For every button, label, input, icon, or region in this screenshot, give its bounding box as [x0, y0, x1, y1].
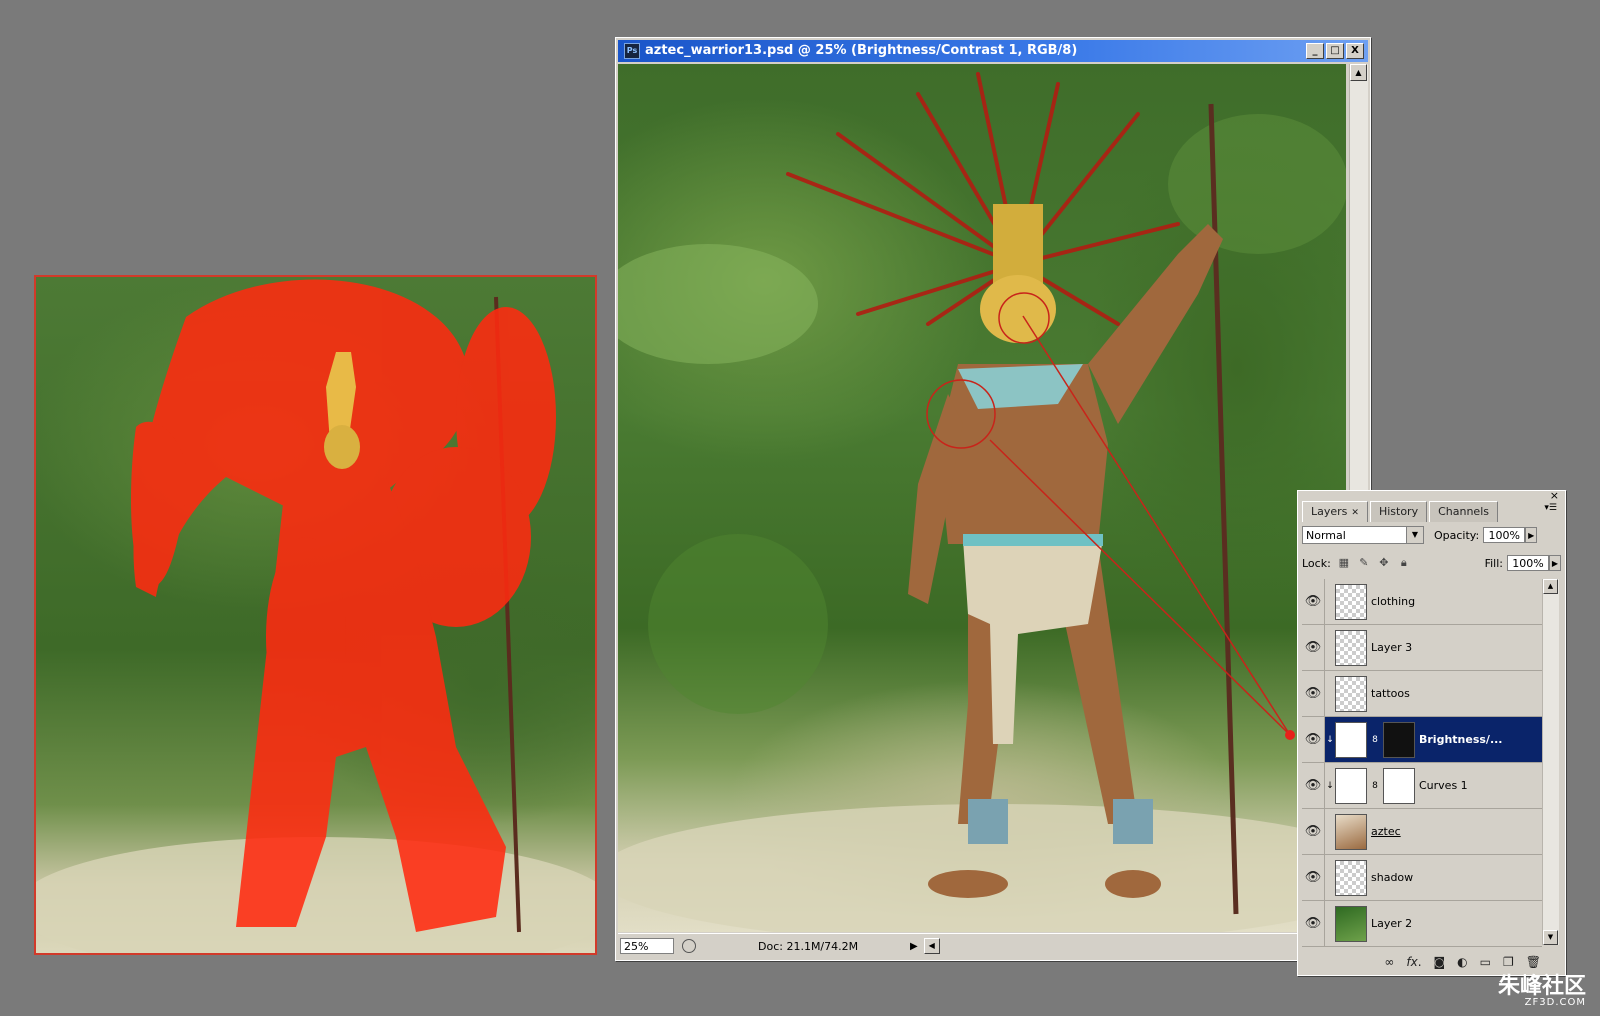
mask-icon[interactable]: ◙ [1434, 955, 1446, 969]
eye-icon[interactable]: 👁︎ [1302, 763, 1325, 808]
layer-thumbnail [1335, 675, 1367, 712]
link-icon[interactable]: ∞ [1384, 955, 1394, 969]
document-statusbar: 25% Doc: 21.1M/74.2M ▶ ◀ [618, 933, 1368, 958]
navigator-icon[interactable] [682, 939, 696, 953]
scroll-up-arrow-icon[interactable]: ▲ [1543, 579, 1558, 594]
lock-row: Lock: ▦ ✎ ✥ 🔒︎ Fill: 100% ▶ [1298, 549, 1565, 577]
lock-pixels-icon[interactable]: ✎ [1357, 556, 1371, 570]
status-menu-arrow-icon[interactable]: ▶ [910, 941, 918, 952]
eye-icon[interactable]: 👁︎ [1302, 717, 1325, 762]
quick-mask-illustration [36, 279, 595, 953]
panel-menu-icon[interactable]: ▾☰ [1544, 503, 1557, 513]
mask-link-icon[interactable]: 8 [1371, 735, 1379, 745]
panel-tabs: Layers ✕ History Channels [1298, 501, 1565, 522]
layers-panel[interactable]: × Layers ✕ History Channels ▾☰ Normal ▼ O… [1297, 489, 1566, 976]
document-window[interactable]: Ps aztec_warrior13.psd @ 25% (Brightness… [615, 37, 1371, 961]
opacity-label: Opacity: [1434, 528, 1480, 542]
layer-row[interactable]: 👁︎ clothing [1302, 579, 1542, 625]
blend-mode-value: Normal [1306, 529, 1346, 542]
layer-name: Brightness/... [1419, 733, 1503, 746]
fx-icon[interactable]: fx. [1406, 955, 1421, 969]
doc-size-readout: Doc: 21.1M/74.2M [758, 939, 859, 953]
eye-icon[interactable]: 👁︎ [1302, 901, 1325, 946]
fill-label: Fill: [1484, 556, 1503, 570]
tab-history[interactable]: History [1369, 501, 1428, 522]
clip-arrow-icon: ↓ [1326, 780, 1334, 791]
trash-icon[interactable]: 🗑︎ [1526, 955, 1541, 969]
blend-row: Normal ▼ Opacity: 100% ▶ [1298, 521, 1565, 549]
layer-thumbnail [1335, 859, 1367, 896]
new-layer-icon[interactable]: ❐ [1503, 955, 1514, 969]
layer-row[interactable]: 👁︎ Layer 3 [1302, 625, 1542, 671]
fill-field[interactable]: 100% [1507, 555, 1549, 571]
adjustment-thumbnail [1335, 721, 1367, 758]
mask-thumbnail [1383, 721, 1415, 758]
watermark-sub: ZF3D.COM [1524, 997, 1586, 1008]
layer-row[interactable]: 👁︎ Layer 2 [1302, 901, 1542, 947]
watermark: 朱峰社区 ZF3D.COM [1498, 976, 1586, 1008]
eye-icon[interactable]: 👁︎ [1302, 579, 1325, 624]
layer-thumbnail [1335, 583, 1367, 620]
layer-name: Layer 3 [1371, 641, 1413, 654]
panel-footer: ∞ fx. ◙ ◐ ▭ ❐ 🗑︎ [1298, 949, 1565, 975]
scroll-down-arrow-icon[interactable]: ▼ [1543, 930, 1558, 945]
minimize-button[interactable]: _ [1306, 43, 1324, 59]
maximize-button[interactable]: □ [1326, 43, 1344, 59]
quick-mask-preview [34, 275, 597, 955]
group-icon[interactable]: ▭ [1480, 955, 1491, 969]
zoom-field[interactable]: 25% [620, 938, 674, 954]
document-title: aztec_warrior13.psd @ 25% (Brightness/Co… [645, 43, 1078, 58]
chevron-down-icon: ▼ [1406, 527, 1423, 543]
layer-row-selected[interactable]: 👁︎ ↓ 8 Brightness/... [1302, 717, 1542, 763]
opacity-field[interactable]: 100% [1483, 527, 1526, 543]
layer-name: Curves 1 [1419, 779, 1468, 792]
fill-slider-arrow-icon[interactable]: ▶ [1549, 555, 1561, 571]
layer-list[interactable]: 👁︎ clothing 👁︎ Layer 3 👁︎ tattoos 👁︎ ↓ 8… [1302, 579, 1542, 947]
tab-layers-label: Layers [1311, 505, 1348, 518]
mask-thumbnail [1383, 767, 1415, 804]
eye-icon[interactable]: 👁︎ [1302, 625, 1325, 670]
clip-arrow-icon: ↓ [1326, 734, 1334, 745]
layer-thumbnail [1335, 813, 1367, 850]
layer-name: shadow [1371, 871, 1414, 884]
layer-row[interactable]: 👁︎ tattoos [1302, 671, 1542, 717]
close-button[interactable]: X [1346, 43, 1364, 59]
tab-close-icon[interactable]: ✕ [1351, 508, 1359, 518]
opacity-slider-arrow-icon[interactable]: ▶ [1525, 527, 1538, 543]
tab-channels[interactable]: Channels [1429, 501, 1498, 522]
mask-link-icon[interactable]: 8 [1371, 781, 1379, 791]
eye-icon[interactable]: 👁︎ [1302, 809, 1325, 854]
document-canvas[interactable] [618, 64, 1346, 932]
lock-label: Lock: [1302, 556, 1331, 570]
eye-icon[interactable]: 👁︎ [1302, 671, 1325, 716]
lock-transparency-icon[interactable]: ▦ [1337, 556, 1351, 570]
curves-thumbnail [1335, 767, 1367, 804]
panel-close-icon[interactable]: × [1550, 489, 1559, 502]
layers-vertical-scrollbar[interactable]: ▲ ▼ [1542, 579, 1559, 945]
aztec-warrior-painting [618, 72, 1346, 932]
photoshop-icon: Ps [624, 43, 640, 59]
layer-row[interactable]: 👁︎ aztec [1302, 809, 1542, 855]
layer-name: Layer 2 [1371, 917, 1413, 930]
tab-layers[interactable]: Layers ✕ [1302, 501, 1368, 522]
layer-thumbnail [1335, 905, 1367, 942]
scroll-up-arrow-icon[interactable]: ▲ [1350, 64, 1367, 81]
layer-thumbnail [1335, 629, 1367, 666]
watermark-main: 朱峰社区 [1497, 974, 1586, 999]
document-titlebar[interactable]: Ps aztec_warrior13.psd @ 25% (Brightness… [618, 40, 1368, 62]
lock-all-icon[interactable]: 🔒︎ [1397, 556, 1411, 570]
scroll-left-arrow-icon[interactable]: ◀ [923, 938, 940, 954]
layer-name: aztec [1371, 825, 1401, 838]
panel-topbar: × [1298, 489, 1565, 502]
layer-row[interactable]: 👁︎ shadow [1302, 855, 1542, 901]
lock-position-icon[interactable]: ✥ [1377, 556, 1391, 570]
layer-name: clothing [1371, 595, 1416, 608]
layer-name: tattoos [1371, 687, 1410, 700]
layer-row[interactable]: 👁︎ ↓ 8 Curves 1 [1302, 763, 1542, 809]
adjustment-icon[interactable]: ◐ [1457, 955, 1467, 969]
blend-mode-select[interactable]: Normal ▼ [1302, 526, 1424, 544]
eye-icon[interactable]: 👁︎ [1302, 855, 1325, 900]
